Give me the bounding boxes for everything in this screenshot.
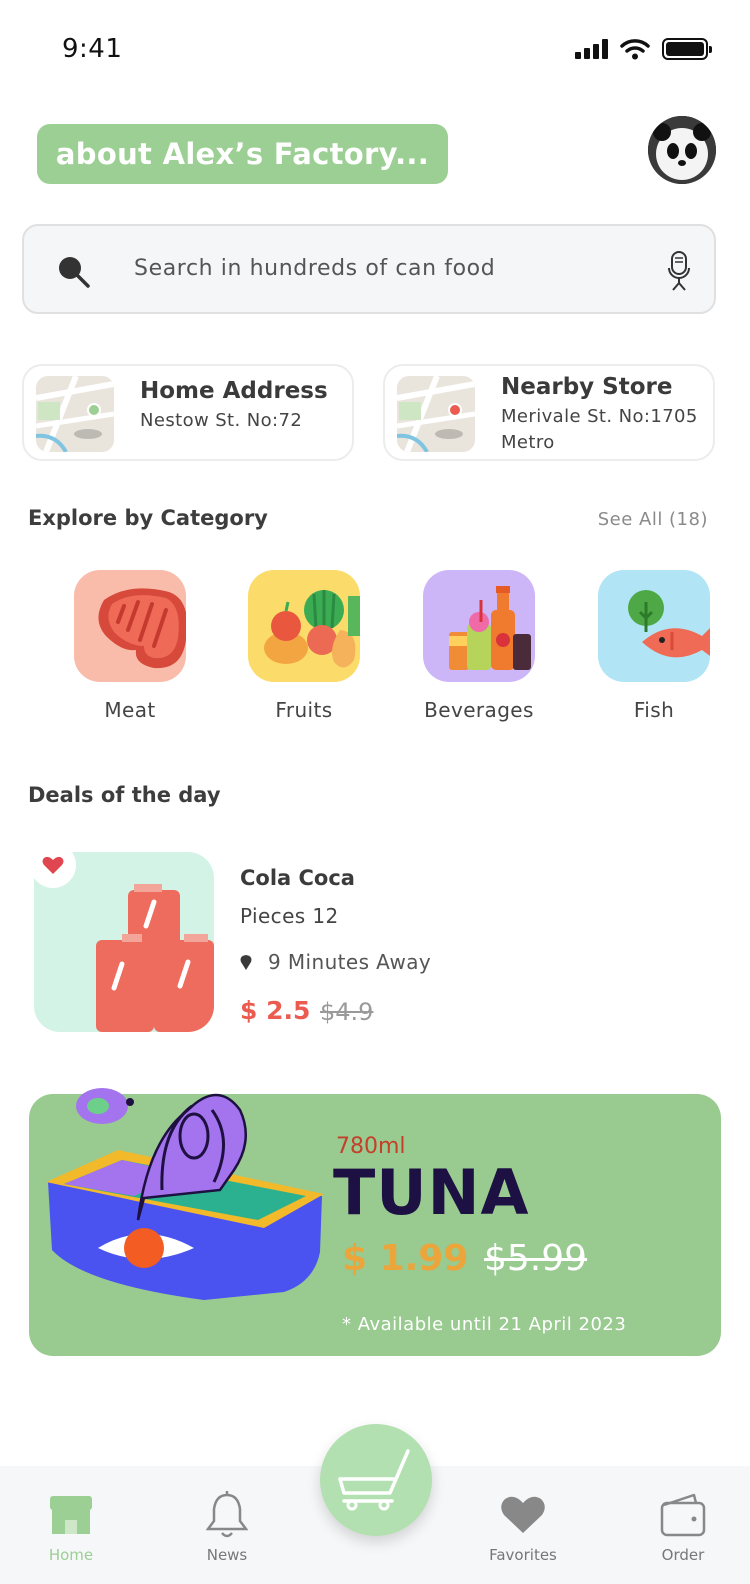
cart-icon <box>338 1449 410 1511</box>
deal-old-price: $4.9 <box>320 998 374 1026</box>
bell-icon <box>206 1491 248 1538</box>
category-fish[interactable]: Fish <box>598 570 710 722</box>
cart-button[interactable] <box>320 1424 432 1536</box>
favorite-button[interactable] <box>30 842 76 888</box>
promo-product-name: TUNA <box>333 1156 530 1229</box>
home-address-card[interactable]: Home Address Nestow St. No:72 <box>22 364 354 461</box>
signal-icon <box>575 39 608 59</box>
deal-pieces: Pieces 12 <box>240 904 339 928</box>
map-thumbnail <box>36 376 114 452</box>
category-fruits[interactable]: Fruits <box>248 570 360 722</box>
nav-label: Order <box>661 1546 705 1564</box>
category-tile <box>598 570 710 682</box>
heart-icon <box>501 1496 545 1533</box>
meat-icon <box>98 588 186 669</box>
address-title: Nearby Store <box>501 374 673 400</box>
category-tile <box>423 570 535 682</box>
category-meat[interactable]: Meat <box>74 570 186 722</box>
search-icon <box>59 257 90 288</box>
microphone-icon[interactable] <box>666 250 692 292</box>
category-section-title: Explore by Category <box>28 506 268 530</box>
location-pin-icon <box>240 955 252 970</box>
promo-price: $ 1.99 <box>342 1238 469 1279</box>
nav-favorites[interactable]: Favorites <box>468 1490 578 1564</box>
tuna-can-illustration <box>46 1088 324 1300</box>
address-title: Home Address <box>140 378 328 404</box>
deals-section-title: Deals of the day <box>28 783 221 807</box>
address-line-2: Metro <box>501 432 555 453</box>
category-label: Fruits <box>275 698 333 722</box>
panda-avatar-icon <box>648 116 716 184</box>
factory-title-button[interactable]: about Alex’s Factory... <box>37 124 448 184</box>
address-line: Nestow St. No:72 <box>140 410 303 431</box>
wallet-icon <box>660 1493 706 1537</box>
address-line: Merivale St. No:1705 <box>501 406 698 427</box>
nav-news[interactable]: News <box>172 1490 282 1564</box>
map-icon <box>397 376 475 452</box>
category-beverages[interactable]: Beverages <box>423 570 535 722</box>
category-label: Beverages <box>424 698 534 722</box>
nav-home[interactable]: Home <box>16 1490 126 1564</box>
promo-availability-note: * Available until 21 April 2023 <box>342 1314 627 1335</box>
map-thumbnail <box>397 376 475 452</box>
nearby-store-card[interactable]: Nearby Store Merivale St. No:1705 Metro <box>383 364 715 461</box>
map-icon <box>36 376 114 452</box>
nav-label: Favorites <box>489 1546 557 1564</box>
home-store-icon <box>50 1496 92 1534</box>
beverages-icon <box>449 586 531 670</box>
deal-price: $ 2.5 <box>240 996 311 1025</box>
category-tile <box>74 570 186 682</box>
nav-label: News <box>206 1546 248 1564</box>
status-icons <box>575 38 712 60</box>
avatar[interactable] <box>648 116 716 184</box>
heart-icon <box>42 856 64 874</box>
category-tile <box>248 570 360 682</box>
search-input[interactable]: Search in hundreds of can food <box>134 256 495 281</box>
deal-distance-text: 9 Minutes Away <box>268 950 432 974</box>
fruits-icon <box>264 590 360 668</box>
nav-order[interactable]: Order <box>628 1490 738 1564</box>
deal-distance: 9 Minutes Away <box>240 950 431 974</box>
category-label: Fish <box>633 698 675 722</box>
nav-label: Home <box>48 1546 94 1564</box>
see-all-link[interactable]: See All (18) <box>598 509 708 530</box>
deal-product-name[interactable]: Cola Coca <box>240 866 355 890</box>
fish-icon <box>628 590 710 658</box>
promo-old-price: $5.99 <box>484 1238 588 1279</box>
search-bar[interactable]: Search in hundreds of can food <box>22 224 716 314</box>
status-time: 9:41 <box>62 34 123 64</box>
category-label: Meat <box>104 698 156 722</box>
battery-icon <box>662 38 712 60</box>
wifi-icon <box>620 39 650 60</box>
